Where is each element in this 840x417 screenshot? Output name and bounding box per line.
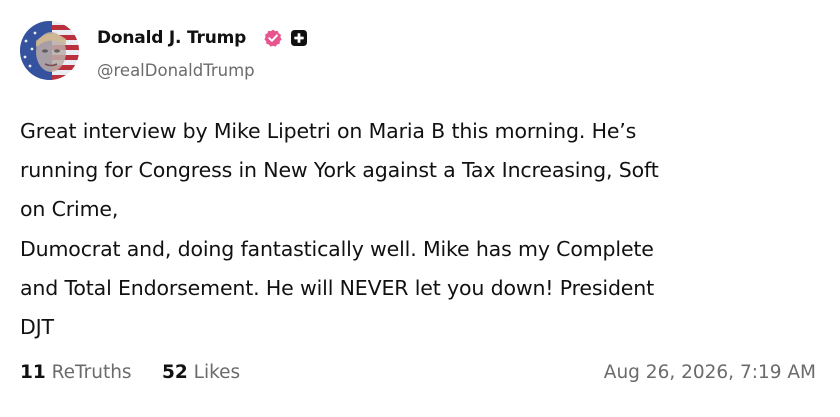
likes-count: 52 <box>162 362 188 383</box>
post-text-line: Dumocrat and, doing fantastically well. … <box>20 236 654 261</box>
plus-badge-icon <box>291 30 307 46</box>
display-name[interactable]: Donald J. Trump <box>97 28 246 48</box>
avatar-image <box>20 21 79 80</box>
post-footer: 11 ReTruths 52 Likes Aug 26, 2026, 7:19 … <box>20 362 816 388</box>
retruths-count: 11 <box>20 362 46 383</box>
truth-post[interactable]: Donald J. Trump @realDonaldTrump Great i… <box>0 0 840 417</box>
likes-label: Likes <box>193 362 241 383</box>
post-text-line: Great interview by Mike Lipetri on Maria… <box>20 119 637 143</box>
post-text-line: running for Congress in New York against… <box>20 158 659 183</box>
avatar[interactable] <box>20 21 79 80</box>
verified-badge-icon <box>264 29 282 47</box>
post-text-line: and Total Endorsement. He will NEVER let… <box>20 275 654 300</box>
post-timestamp[interactable]: Aug 26, 2026, 7:19 AM <box>604 362 816 383</box>
handle[interactable]: @realDonaldTrump <box>97 61 255 80</box>
post-text-line: DJT <box>20 315 54 340</box>
post-text: Great interview by Mike Lipetri on Maria… <box>20 112 820 347</box>
likes-stat[interactable]: 52 Likes <box>162 362 240 383</box>
post-text-line: on Crime, <box>20 197 119 222</box>
retruths-label: ReTruths <box>51 362 132 383</box>
retruths-stat[interactable]: 11 ReTruths <box>20 362 132 383</box>
